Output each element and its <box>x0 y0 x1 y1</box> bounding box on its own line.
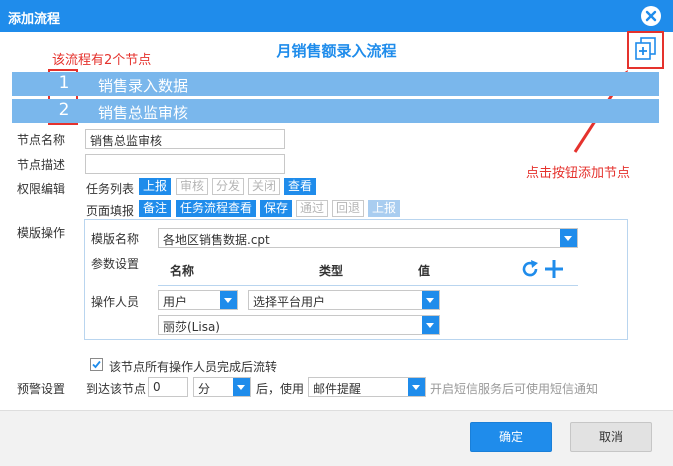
flow-checkbox[interactable] <box>90 358 103 371</box>
template-name-value: 各地区销售数据.cpt <box>163 233 270 247</box>
operator-select[interactable]: 选择平台用户 <box>248 290 440 310</box>
tag-view[interactable]: 查看 <box>284 178 317 195</box>
params-header-divider <box>158 285 578 286</box>
chevron-down-icon <box>220 291 237 309</box>
after-use-label: 后，使用 <box>256 382 305 396</box>
reach-node-label: 到达该节点 <box>86 382 147 396</box>
template-name-select[interactable]: 各地区销售数据.cpt <box>158 228 578 248</box>
node-number: 2 <box>58 100 70 120</box>
tag-distribute[interactable]: 分发 <box>212 178 245 195</box>
node-desc-input[interactable] <box>85 154 285 174</box>
operator-user-value: 丽莎(Lisa) <box>163 320 220 334</box>
tag-review[interactable]: 审核 <box>176 178 209 195</box>
node-item-1[interactable]: 1 销售录入数据 <box>12 72 659 96</box>
tag-return[interactable]: 回退 <box>332 200 365 217</box>
chevron-down-icon <box>408 378 425 396</box>
refresh-icon[interactable] <box>519 258 541 280</box>
page-fill-label: 页面填报 <box>86 204 135 218</box>
cancel-button[interactable]: 取消 <box>570 422 652 452</box>
chevron-down-icon <box>560 229 577 247</box>
add-param-icon[interactable] <box>543 258 565 280</box>
flow-title: 月销售额录入流程 <box>276 42 397 60</box>
dialog-title: 添加流程 <box>8 12 61 27</box>
chevron-down-icon <box>233 378 250 396</box>
warning-label: 预警设置 <box>17 382 66 396</box>
close-icon[interactable] <box>641 6 661 26</box>
warning-amount-input[interactable]: 0 <box>148 377 188 397</box>
node-name-input[interactable]: 销售总监审核 <box>85 129 285 149</box>
node-item-2[interactable]: 2 销售总监审核 <box>12 99 659 123</box>
tag-flow-view[interactable]: 任务流程查看 <box>176 200 257 217</box>
node-number: 1 <box>58 73 70 93</box>
warning-method-value: 邮件提醒 <box>313 382 362 396</box>
tag-save[interactable]: 保存 <box>260 200 293 217</box>
add-node-icon[interactable] <box>634 36 658 62</box>
operator-user-select[interactable]: 丽莎(Lisa) <box>158 315 440 335</box>
node-name-label: 节点名称 <box>17 133 66 147</box>
param-header-type: 类型 <box>319 264 344 278</box>
permission-label: 权限编辑 <box>17 182 66 196</box>
nodes-count-annotation: 该流程有2个节点 <box>52 53 152 68</box>
operator-type-select[interactable]: 用户 <box>158 290 238 310</box>
node-desc-label: 节点描述 <box>17 158 66 172</box>
warning-method-select[interactable]: 邮件提醒 <box>308 377 426 397</box>
params-label: 参数设置 <box>91 257 140 271</box>
tag-report-disabled[interactable]: 上报 <box>368 200 401 217</box>
chevron-down-icon <box>422 316 439 334</box>
tag-report[interactable]: 上报 <box>139 178 172 195</box>
chevron-down-icon <box>422 291 439 309</box>
operator-type-value: 用户 <box>163 295 188 309</box>
dialog-titlebar: 添加流程 <box>0 0 673 32</box>
task-list-label: 任务列表 <box>86 182 135 196</box>
warning-unit-select[interactable]: 分 <box>193 377 251 397</box>
flow-checkbox-label: 该节点所有操作人员完成后流转 <box>109 360 278 374</box>
tag-pass[interactable]: 通过 <box>296 200 329 217</box>
operator-label: 操作人员 <box>91 295 140 309</box>
node-name: 销售总监审核 <box>98 104 189 122</box>
tag-note[interactable]: 备注 <box>139 200 172 217</box>
template-label: 模版操作 <box>17 226 66 240</box>
operator-select-value: 选择平台用户 <box>253 295 326 309</box>
dialog-footer: 确定 取消 <box>0 410 673 466</box>
param-header-value: 值 <box>418 264 431 278</box>
node-name: 销售录入数据 <box>98 77 189 95</box>
template-name-label: 模版名称 <box>91 232 140 246</box>
tag-close[interactable]: 关闭 <box>248 178 281 195</box>
warning-unit-value: 分 <box>198 382 211 396</box>
param-header-name: 名称 <box>170 264 195 278</box>
sms-hint: 开启短信服务后可使用短信通知 <box>430 382 599 396</box>
confirm-button[interactable]: 确定 <box>470 422 552 452</box>
add-node-annotation: 点击按钮添加节点 <box>526 166 631 181</box>
